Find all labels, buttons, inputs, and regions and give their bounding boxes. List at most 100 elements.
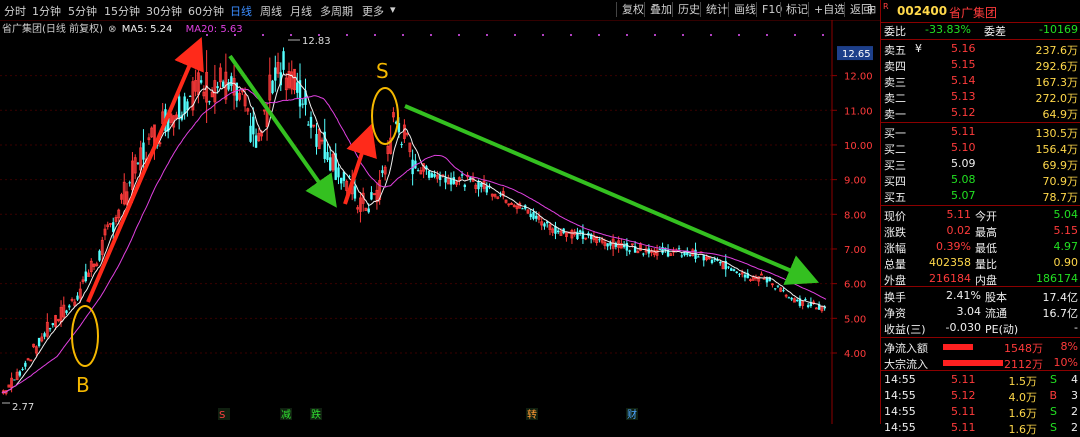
trade-time: 14:55 bbox=[884, 405, 916, 418]
trade-time: 14:55 bbox=[884, 389, 916, 402]
candle-body bbox=[136, 162, 140, 164]
candle-body bbox=[578, 230, 582, 233]
top-marker-dot bbox=[766, 34, 768, 36]
candle-body bbox=[773, 288, 777, 290]
top-marker-dot bbox=[458, 34, 460, 36]
weibi-value: -33.83% bbox=[925, 23, 971, 36]
candle-body bbox=[430, 173, 434, 178]
candle-body bbox=[183, 96, 186, 115]
stat2-value: 17.4亿 bbox=[1042, 291, 1079, 304]
trade-row: 14:55 5.11 1.6万 S 2 bbox=[881, 404, 1080, 420]
toolbar-button-1[interactable]: 叠加 bbox=[644, 2, 672, 17]
top-marker-dot bbox=[374, 34, 376, 36]
flow-row: 大宗流入 2112万 10% bbox=[881, 355, 1080, 371]
candle-body bbox=[37, 337, 41, 347]
trade-volume: 4.0万 bbox=[1008, 391, 1038, 404]
bid-price: 5.09 bbox=[951, 157, 976, 170]
bid-label: 买一 bbox=[884, 127, 906, 140]
top-marker-dot bbox=[654, 34, 656, 36]
toolbar-button-7[interactable]: +自选 bbox=[808, 2, 845, 17]
stat-value: 0.90 bbox=[1053, 256, 1079, 269]
kline-chart[interactable]: B S 12.83 2.77 12.00 11.00 10.00 9.00 8.00 7.00 6… bbox=[0, 20, 880, 424]
candle-body bbox=[688, 254, 692, 257]
candle-body bbox=[463, 184, 467, 188]
stat-value: 216184 bbox=[929, 272, 971, 285]
period-tab-5[interactable]: 60分钟 bbox=[188, 3, 224, 19]
flow-bar bbox=[943, 360, 1003, 366]
ask-price: 5.13 bbox=[951, 90, 976, 103]
top-marker-dot bbox=[794, 34, 796, 36]
expand-icon[interactable]: ⊞ bbox=[862, 2, 876, 17]
period-tab-6[interactable]: 日线 bbox=[230, 3, 252, 19]
candle-body bbox=[521, 208, 524, 210]
trade-row: 14:55 5.12 4.0万 B 3 bbox=[881, 388, 1080, 404]
candle-body bbox=[606, 243, 609, 247]
top-marker-dot bbox=[738, 34, 740, 36]
top-marker-dot bbox=[626, 34, 628, 36]
trade-price: 5.11 bbox=[951, 405, 976, 418]
toolbar-button-6[interactable]: 标记 bbox=[780, 2, 808, 17]
weibi-row: 委比 -33.83% 委差 -10169 bbox=[881, 22, 1080, 38]
top-marker-dot bbox=[542, 34, 544, 36]
low-price-label: 2.77 bbox=[12, 402, 34, 413]
candle-body bbox=[787, 297, 791, 299]
toolbar-button-0[interactable]: 复权 bbox=[616, 2, 644, 17]
toolbar-button-5[interactable]: F10 bbox=[756, 2, 782, 17]
candle-body bbox=[43, 333, 46, 337]
top-marker-dot bbox=[318, 34, 320, 36]
candle-body bbox=[274, 67, 277, 81]
stat-value: 5.11 bbox=[946, 208, 972, 221]
period-tab-7[interactable]: 周线 bbox=[260, 3, 282, 19]
candle-body bbox=[353, 186, 357, 199]
candle-body bbox=[485, 186, 488, 193]
stat-value: 186174 bbox=[1036, 272, 1078, 285]
top-marker-dot bbox=[598, 34, 600, 36]
candle-body bbox=[367, 208, 370, 213]
price-tick-7: 5.00 bbox=[844, 314, 866, 325]
candle-body bbox=[221, 81, 225, 87]
toolbar-button-3[interactable]: 统计 bbox=[700, 2, 728, 17]
candle-body bbox=[188, 95, 192, 97]
candle-body bbox=[296, 82, 299, 93]
candle-body bbox=[340, 177, 343, 184]
stat2-label: 股本 bbox=[985, 291, 1007, 304]
stat-row: 现价 5.11 今开 5.04 bbox=[881, 207, 1080, 223]
candle-body bbox=[416, 170, 420, 172]
ask-row: 卖四 5.15 292.6万 bbox=[881, 57, 1080, 73]
uptrend-arrow-1 bbox=[86, 36, 204, 303]
period-tab-2[interactable]: 5分钟 bbox=[68, 3, 97, 19]
stat-label: 今开 bbox=[975, 210, 997, 223]
period-tab-9[interactable]: 多周期 bbox=[320, 3, 353, 19]
weibi-label: 委比 bbox=[884, 25, 906, 38]
event-marker-3: 转 bbox=[527, 408, 537, 421]
toolbar-button-4[interactable]: 画线 bbox=[728, 2, 756, 17]
bid-volume: 70.9万 bbox=[1042, 175, 1079, 188]
candle-body bbox=[743, 274, 747, 278]
candle-body bbox=[18, 371, 22, 376]
period-tab-8[interactable]: 月线 bbox=[290, 3, 312, 19]
candle-body bbox=[216, 86, 219, 89]
downtrend-arrow-2 bbox=[404, 104, 820, 285]
stat-label: 现价 bbox=[884, 210, 906, 223]
toolbar-button-2[interactable]: 历史 bbox=[672, 2, 700, 17]
candle-body bbox=[444, 177, 447, 183]
trade-time: 14:55 bbox=[884, 421, 916, 434]
price-tick-2: 10.00 bbox=[844, 141, 873, 152]
candle-body bbox=[628, 250, 631, 252]
candle-body bbox=[301, 103, 304, 105]
stat-value: 5.04 bbox=[1053, 208, 1079, 221]
ask-row: 卖三 5.14 167.3万 bbox=[881, 73, 1080, 89]
period-tab-4[interactable]: 30分钟 bbox=[146, 3, 182, 19]
event-marker-4: 财 bbox=[627, 408, 637, 421]
bid-volume: 69.9万 bbox=[1042, 159, 1079, 172]
trade-time: 14:55 bbox=[884, 373, 916, 386]
period-tab-0[interactable]: 分时 bbox=[4, 3, 26, 19]
period-toolbar: 分时 1分钟 5分钟 15分钟 30分钟 60分钟 日线 周线 月线 多周期 更多 ▾ 复权 叠加 历史统… bbox=[0, 0, 880, 21]
period-tab-10[interactable]: 更多 bbox=[362, 3, 384, 19]
event-marker-2: 跌 bbox=[311, 408, 321, 421]
trade-side: S bbox=[1050, 405, 1057, 418]
period-tab-3[interactable]: 15分钟 bbox=[104, 3, 140, 19]
more-dropdown-icon[interactable]: ▾ bbox=[390, 3, 396, 16]
period-tab-1[interactable]: 1分钟 bbox=[32, 3, 61, 19]
ask-price: 5.15 bbox=[951, 58, 976, 71]
